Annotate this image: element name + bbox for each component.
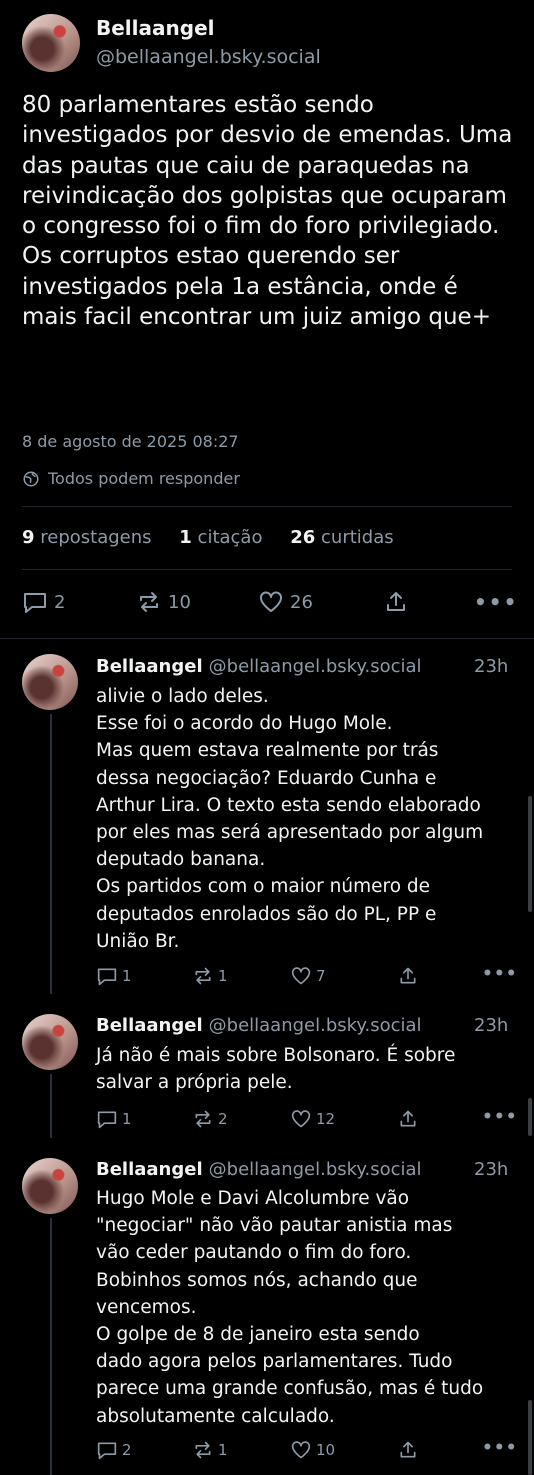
divider <box>22 506 512 507</box>
share-button[interactable] <box>398 1440 418 1460</box>
reply-setting-label: Todos podem responder <box>48 469 240 488</box>
reply-time: 23h <box>474 1015 509 1036</box>
like-button[interactable]: 26 <box>258 590 313 614</box>
reply-handle[interactable]: @bellaangel.bsky.social <box>209 1015 422 1036</box>
thread-line <box>50 714 52 994</box>
author-avatar[interactable] <box>22 14 80 72</box>
reply-avatar[interactable] <box>22 1158 78 1214</box>
reply-button[interactable]: 2 <box>22 590 65 614</box>
reply-icon <box>97 1442 117 1460</box>
scrollbar[interactable] <box>528 1400 532 1475</box>
reply-icon <box>97 968 117 986</box>
reply-icon <box>24 593 46 613</box>
repost-icon <box>195 1110 211 1128</box>
like-button[interactable]: 10 <box>290 1440 335 1460</box>
reply-count: 2 <box>54 591 66 613</box>
quotes-stat[interactable]: 1 citação <box>179 527 262 548</box>
share-icon <box>387 592 405 611</box>
reply-text: alivie o lado deles. Esse foi o acordo do… <box>96 686 484 952</box>
divider <box>22 569 512 570</box>
repost-count: 10 <box>168 591 191 613</box>
reply-text: Hugo Mole e Davi Alcolumbre vão "negociar… <box>96 1188 484 1427</box>
heart-icon <box>291 1110 311 1128</box>
engagement-stats: 9 repostagens 1 citação 26 curtidas <box>22 527 394 548</box>
repost-icon <box>140 592 158 612</box>
post-text: 80 parlamentares estão sendo investigado… <box>22 92 513 331</box>
reply-button[interactable]: 1 <box>96 1109 132 1129</box>
reply-author[interactable]: Bellaangel @bellaangel.bsky.social <box>96 1015 422 1036</box>
reply-icon <box>97 1111 117 1129</box>
heart-icon <box>260 591 282 612</box>
share-icon <box>400 1110 416 1127</box>
repost-button[interactable]: 1 <box>192 1440 228 1460</box>
reply-avatar[interactable] <box>22 1014 78 1070</box>
reply-avatar[interactable] <box>22 654 78 710</box>
reply-author[interactable]: Bellaangel @bellaangel.bsky.social <box>96 656 422 677</box>
share-button[interactable] <box>398 1109 418 1129</box>
more-options-icon[interactable]: ••• <box>474 590 518 614</box>
more-options-icon[interactable]: ••• <box>482 964 518 984</box>
reply-button[interactable]: 1 <box>96 966 132 986</box>
heart-icon <box>291 1441 311 1459</box>
scrollbar[interactable] <box>528 796 532 912</box>
repost-button[interactable]: 2 <box>192 1109 228 1129</box>
thread-line <box>50 1074 52 1138</box>
reply-time: 23h <box>474 656 509 677</box>
like-count: 26 <box>290 591 313 613</box>
reply-time: 23h <box>474 1159 509 1180</box>
share-icon <box>400 967 416 984</box>
heart-icon <box>291 967 311 985</box>
share-button[interactable] <box>398 966 418 986</box>
share-icon <box>400 1441 416 1458</box>
reply-handle[interactable]: @bellaangel.bsky.social <box>209 656 422 677</box>
post-timestamp: 8 de agosto de 2025 08:27 <box>22 432 239 451</box>
repost-icon <box>195 1441 211 1459</box>
globe-icon <box>23 471 39 486</box>
author-name[interactable]: Bellaangel <box>96 16 215 40</box>
scrollbar[interactable] <box>528 1098 532 1136</box>
author-handle[interactable]: @bellaangel.bsky.social <box>96 46 321 68</box>
repost-button[interactable]: 1 <box>192 966 228 986</box>
reply-author[interactable]: Bellaangel @bellaangel.bsky.social <box>96 1159 422 1180</box>
share-button[interactable] <box>384 590 408 614</box>
likes-stat[interactable]: 26 curtidas <box>290 527 393 548</box>
more-options-icon[interactable]: ••• <box>482 1107 518 1127</box>
repost-button[interactable]: 10 <box>136 590 191 614</box>
thread-line <box>50 1218 52 1475</box>
separator <box>0 638 534 639</box>
like-button[interactable]: 7 <box>290 966 326 986</box>
more-options-icon[interactable]: ••• <box>482 1438 518 1458</box>
reply-button[interactable]: 2 <box>96 1440 132 1460</box>
repost-icon <box>195 967 211 985</box>
reply-setting: Todos podem responder <box>22 469 240 488</box>
reply-handle[interactable]: @bellaangel.bsky.social <box>209 1159 422 1180</box>
reposts-stat[interactable]: 9 repostagens <box>22 527 152 548</box>
reply-text: Já não é mais sobre Bolsonaro. É sobre sa… <box>96 1045 456 1094</box>
like-button[interactable]: 12 <box>290 1109 335 1129</box>
